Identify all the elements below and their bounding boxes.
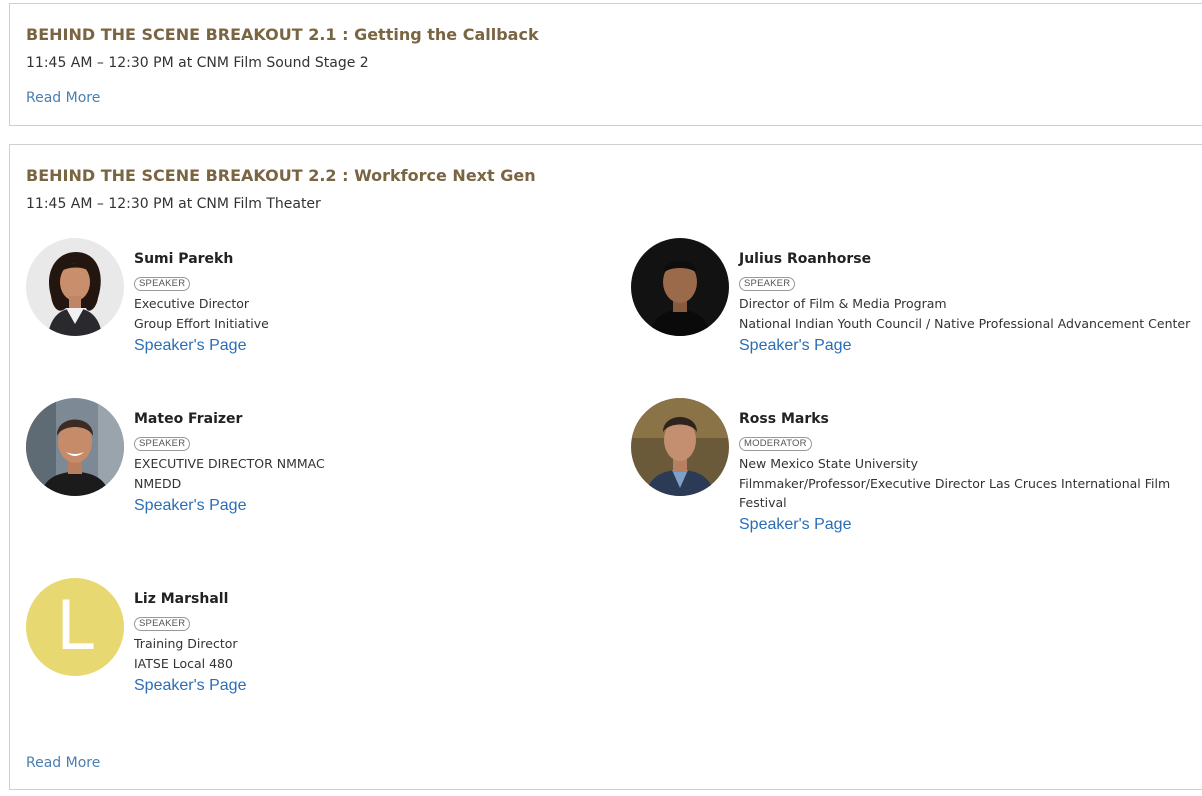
speaker-organization: IATSE Local 480: [134, 656, 233, 671]
letter-avatar[interactable]: L: [26, 578, 124, 676]
speaker-info: Julius Roanhorse SPEAKER Director of Fil…: [739, 250, 1202, 355]
session-card: BEHIND THE SCENE BREAKOUT 2.2 : Workforc…: [9, 144, 1202, 790]
speaker-role-badge: SPEAKER: [134, 617, 191, 631]
speaker-title: Executive Director: [134, 296, 250, 311]
speaker-organization: Group Effort Initiative: [134, 316, 269, 331]
speaker-photo[interactable]: [631, 398, 729, 496]
speaker-name[interactable]: Ross Marks: [739, 410, 1202, 428]
speaker-info: Ross Marks MODERATOR New Mexico State Un…: [739, 410, 1202, 534]
speakers-page-link[interactable]: Speaker's Page: [739, 516, 851, 534]
speaker-role-badge: MODERATOR: [739, 437, 812, 451]
session-time: 11:45 AM – 12:30 PM: [26, 196, 174, 212]
speaker-name[interactable]: Mateo Fraizer: [134, 410, 604, 428]
speakers-page-link[interactable]: Speaker's Page: [134, 337, 246, 355]
speaker-photo[interactable]: [631, 238, 729, 336]
speakers-page-link[interactable]: Speaker's Page: [134, 497, 246, 515]
speakers-page-link[interactable]: Speaker's Page: [134, 677, 246, 695]
speaker-title-continued: Festival: [739, 495, 787, 510]
read-more-link[interactable]: Read More: [26, 90, 100, 106]
speaker-title: EXECUTIVE DIRECTOR NMMAC: [134, 456, 325, 471]
speaker-photo[interactable]: [26, 238, 124, 336]
session-time-location: 11:45 AM – 12:30 PM at CNM Film Theater: [26, 196, 321, 212]
read-more-link[interactable]: Read More: [26, 755, 100, 771]
session-time: 11:45 AM – 12:30 PM: [26, 55, 174, 71]
session-time-location: 11:45 AM – 12:30 PM at CNM Film Sound St…: [26, 55, 369, 71]
session-location: at CNM Film Sound Stage 2: [178, 55, 369, 71]
speaker-role-badge: SPEAKER: [134, 437, 191, 451]
speaker-title: Training Director: [134, 636, 238, 651]
speaker-name[interactable]: Julius Roanhorse: [739, 250, 1202, 268]
session-title[interactable]: BEHIND THE SCENE BREAKOUT 2.2 : Workforc…: [26, 166, 536, 185]
session-card: BEHIND THE SCENE BREAKOUT 2.1 : Getting …: [9, 3, 1202, 126]
speaker-role-badge: SPEAKER: [134, 277, 191, 291]
speakers-page-link[interactable]: Speaker's Page: [739, 337, 851, 355]
speaker-organization: National Indian Youth Council / Native P…: [739, 316, 1191, 331]
speaker-organization: New Mexico State University: [739, 456, 918, 471]
speaker-info: Mateo Fraizer SPEAKER EXECUTIVE DIRECTOR…: [134, 410, 604, 515]
speaker-photo[interactable]: [26, 398, 124, 496]
speaker-name[interactable]: Liz Marshall: [134, 590, 604, 608]
session-title[interactable]: BEHIND THE SCENE BREAKOUT 2.1 : Getting …: [26, 25, 539, 44]
speaker-organization: NMEDD: [134, 476, 182, 491]
speaker-title: Filmmaker/Professor/Executive Director L…: [739, 476, 1171, 491]
speaker-title: Director of Film & Media Program: [739, 296, 947, 311]
session-location: at CNM Film Theater: [178, 196, 321, 212]
speaker-info: Sumi Parekh SPEAKER Executive Director G…: [134, 250, 604, 355]
speaker-info: Liz Marshall SPEAKER Training Director I…: [134, 590, 604, 695]
speaker-name[interactable]: Sumi Parekh: [134, 250, 604, 268]
speaker-role-badge: SPEAKER: [739, 277, 796, 291]
